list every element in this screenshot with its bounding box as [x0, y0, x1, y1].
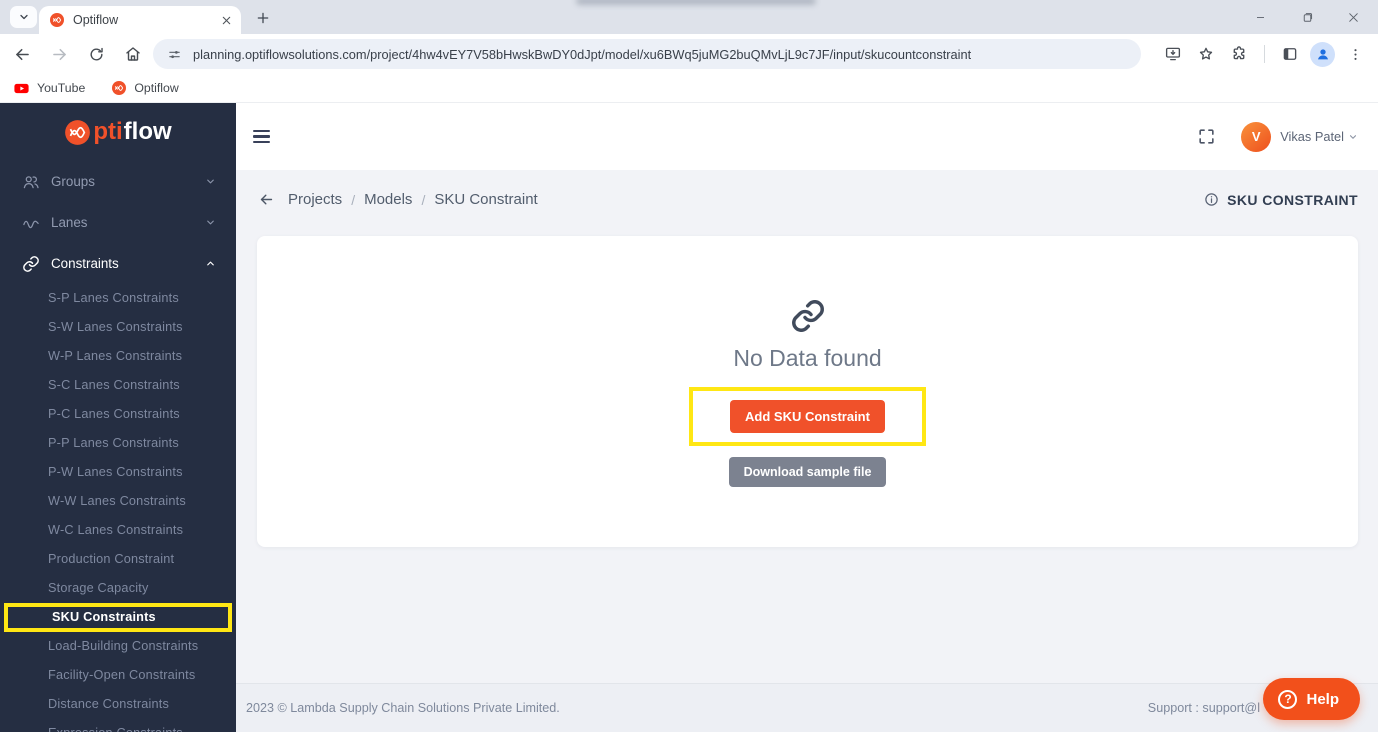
optiflow-favicon [49, 12, 65, 28]
support-text: Support : support@l [1147, 701, 1260, 715]
add-sku-constraint-button[interactable]: Add SKU Constraint [730, 400, 885, 433]
breadcrumb-projects[interactable]: Projects [288, 191, 342, 208]
close-window-button[interactable] [1330, 0, 1376, 34]
address-bar[interactable]: planning.optiflowsolutions.com/project/4… [153, 39, 1141, 69]
chevron-down-icon [18, 11, 30, 23]
sidebar-item-p-p-lanes-constraints[interactable]: P-P Lanes Constraints [0, 429, 236, 458]
sidebar-item-w-w-lanes-constraints[interactable]: W-W Lanes Constraints [0, 487, 236, 516]
hamburger-menu-icon[interactable] [253, 129, 270, 144]
copyright-text: 2023 © Lambda Supply Chain Solutions Pri… [246, 701, 560, 715]
browser-tab-strip: Optiflow [0, 0, 1378, 34]
question-mark-icon: ? [1278, 689, 1298, 709]
chevron-down-icon [205, 176, 216, 187]
breadcrumb-current: SKU Constraint [434, 191, 538, 208]
sidebar-item-w-c-lanes-constraints[interactable]: W-C Lanes Constraints [0, 516, 236, 545]
sidebar-item-storage-capacity[interactable]: Storage Capacity [0, 574, 236, 603]
sidebar-item-lanes[interactable]: Lanes [0, 202, 236, 243]
wave-icon [22, 214, 41, 232]
back-arrow-icon[interactable] [258, 191, 275, 208]
info-icon[interactable] [1204, 192, 1219, 207]
site-settings-icon[interactable] [167, 47, 182, 62]
forward-button[interactable] [46, 41, 72, 67]
optiflow-logo-icon [64, 119, 91, 146]
sidebar-item-distance-constraints[interactable]: Distance Constraints [0, 690, 236, 719]
sidebar-item-p-c-lanes-constraints[interactable]: P-C Lanes Constraints [0, 400, 236, 429]
app-header: V Vikas Patel [236, 103, 1378, 170]
empty-state-message: No Data found [733, 345, 882, 371]
bookmark-youtube[interactable]: YouTube [13, 80, 85, 97]
sidebar-item-production-constraint[interactable]: Production Constraint [0, 545, 236, 574]
breadcrumb-models[interactable]: Models [364, 191, 412, 208]
tab-close-icon[interactable] [221, 15, 232, 26]
back-button[interactable] [9, 41, 35, 67]
browser-tab-optiflow[interactable]: Optiflow [39, 6, 241, 34]
minimize-button[interactable] [1238, 0, 1284, 34]
sidebar: pti flow Groups Lanes Constraints S-P La… [0, 103, 236, 732]
chevron-down-icon [205, 217, 216, 228]
help-button-label: Help [1306, 690, 1339, 708]
sidebar-item-label: Groups [51, 174, 95, 189]
footer: 2023 © Lambda Supply Chain Solutions Pri… [236, 683, 1378, 732]
sidebar-item-constraints[interactable]: Constraints [0, 243, 236, 284]
restore-button[interactable] [1284, 0, 1330, 34]
people-icon [22, 173, 41, 191]
breadcrumb-separator: / [421, 191, 426, 208]
sidebar-item-s-c-lanes-constraints[interactable]: S-C Lanes Constraints [0, 371, 236, 400]
logo-text-orange: pti [93, 118, 123, 145]
user-avatar[interactable]: V [1241, 121, 1272, 152]
sidebar-item-p-w-lanes-constraints[interactable]: P-W Lanes Constraints [0, 458, 236, 487]
bookmark-star-icon[interactable] [1193, 41, 1219, 67]
sidebar-constraints-list: S-P Lanes Constraints S-W Lanes Constrain… [0, 284, 236, 732]
help-button[interactable]: ? Help [1263, 678, 1360, 720]
optiflow-logo: pti flow [0, 103, 236, 161]
link-icon [790, 298, 826, 334]
sidebar-item-s-w-lanes-constraints[interactable]: S-W Lanes Constraints [0, 313, 236, 342]
toolbar-divider [1264, 45, 1265, 63]
browser-profile-avatar[interactable] [1310, 41, 1335, 67]
side-panel-icon[interactable] [1277, 41, 1303, 67]
user-name[interactable]: Vikas Patel [1280, 129, 1344, 144]
sidebar-item-label: Constraints [51, 256, 119, 271]
optiflow-favicon [111, 80, 127, 96]
sidebar-item-s-p-lanes-constraints[interactable]: S-P Lanes Constraints [0, 284, 236, 313]
home-button[interactable] [120, 41, 146, 67]
youtube-icon [13, 80, 30, 97]
link-icon [22, 255, 41, 273]
sidebar-item-load-building-constraints[interactable]: Load-Building Constraints [0, 632, 236, 661]
sidebar-item-label: Lanes [51, 215, 88, 230]
window-controls [1238, 0, 1376, 34]
breadcrumb: Projects / Models / SKU Constraint SKU C… [258, 191, 1358, 208]
tab-title: Optiflow [73, 13, 119, 27]
bookmarks-bar: YouTube Optiflow [0, 74, 1378, 103]
window-shadow [576, 0, 816, 5]
bookmark-label: Optiflow [134, 81, 179, 95]
url-text: planning.optiflowsolutions.com/project/4… [193, 46, 972, 62]
page-title: SKU CONSTRAINT [1227, 191, 1358, 208]
chevron-down-icon[interactable] [1348, 132, 1358, 142]
browser-toolbar: planning.optiflowsolutions.com/project/4… [0, 34, 1378, 74]
tab-search-button[interactable] [10, 6, 37, 28]
sidebar-item-facility-open-constraints[interactable]: Facility-Open Constraints [0, 661, 236, 690]
sidebar-item-expression-constraints[interactable]: Expression Constraints [0, 719, 236, 732]
browser-menu-icon[interactable] [1342, 41, 1368, 67]
empty-state-card: No Data found Add SKU Constraint Downloa… [257, 236, 1358, 547]
main-content: Projects / Models / SKU Constraint SKU C… [236, 170, 1378, 732]
bookmark-optiflow[interactable]: Optiflow [111, 80, 179, 96]
install-app-icon[interactable] [1160, 41, 1186, 67]
screen: Optiflow planning.optiflowsolutions.com/… [0, 0, 1378, 732]
reload-button[interactable] [83, 41, 109, 67]
sidebar-item-groups[interactable]: Groups [0, 161, 236, 202]
download-sample-file-button[interactable]: Download sample file [728, 457, 887, 487]
breadcrumb-separator: / [351, 191, 356, 208]
annotation-highlight-box: Add SKU Constraint [689, 387, 926, 446]
extensions-icon[interactable] [1226, 41, 1252, 67]
sidebar-item-sku-constraints[interactable]: SKU Constraints [4, 603, 232, 632]
logo-text-white: flow [123, 118, 172, 145]
sidebar-item-w-p-lanes-constraints[interactable]: W-P Lanes Constraints [0, 342, 236, 371]
new-tab-button[interactable] [251, 6, 275, 30]
fullscreen-icon[interactable] [1197, 127, 1216, 146]
chevron-up-icon [205, 258, 216, 269]
bookmark-label: YouTube [37, 81, 86, 95]
